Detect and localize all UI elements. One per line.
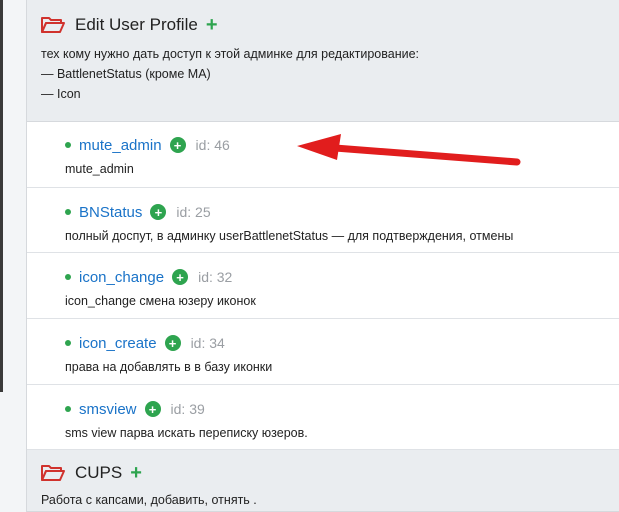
description-line: тех кому нужно дать доступ к этой админк… [41,47,420,61]
plus-circle-icon[interactable]: + [164,335,181,351]
permission-description: полный доспут, в админку userBattlenetSt… [65,229,514,243]
group-header[interactable]: CUPS + [41,460,605,486]
permission-header: smsview + id: 39 [65,398,619,420]
dot-icon [65,142,71,148]
dot-icon [65,209,71,215]
permission-id: id: 32 [198,269,233,285]
plus-icon[interactable]: + [206,15,218,35]
permission-name-link[interactable]: mute_admin [79,137,162,154]
dot-icon [65,274,71,280]
permission-group-cups: CUPS + Работа с капсами, добавить, отнят… [27,450,619,512]
permission-item: icon_create + id: 34 права на добавлять … [27,319,619,385]
permission-item: icon_change + id: 32 icon_change смена ю… [27,253,619,319]
description-line: — BattlenetStatus (кроме MA) [41,67,211,81]
permission-header: BNStatus + id: 25 [65,201,619,223]
left-sidebar-edge [0,0,27,512]
permission-header: icon_create + id: 34 [65,332,619,354]
red-arrow-annotation [297,134,521,166]
plus-circle-icon[interactable]: + [144,401,161,417]
plus-circle-icon[interactable]: + [169,137,186,153]
window-edge [0,0,3,392]
permission-item: smsview + id: 39 sms view парва искать п… [27,385,619,450]
permission-header: icon_change + id: 32 [65,266,619,288]
permission-id: id: 34 [190,335,225,351]
dot-icon [65,340,71,346]
permission-name-link[interactable]: icon_create [79,335,157,352]
plus-circle-icon[interactable]: + [150,204,167,220]
group-description: Работа с капсами, добавить, отнять . [41,490,605,510]
permission-item: BNStatus + id: 25 полный доспут, в админ… [27,188,619,253]
permission-description: права на добавлять в в базу иконки [65,360,273,374]
permission-description: sms view парва искать переписку юзеров. [65,426,308,440]
group-header[interactable]: Edit User Profile + [41,12,605,38]
group-description: тех кому нужно дать доступ к этой админк… [41,44,605,104]
permission-id: id: 39 [170,401,205,417]
dot-icon [65,406,71,412]
folder-open-icon [41,465,65,481]
permission-name-link[interactable]: smsview [79,401,137,418]
permission-name-link[interactable]: BNStatus [79,204,142,221]
plus-circle-icon[interactable]: + [172,269,189,285]
permission-id: id: 46 [195,137,230,153]
group-title[interactable]: Edit User Profile [75,15,198,35]
description-line: — Icon [41,87,81,101]
permissions-panel: Edit User Profile + тех кому нужно дать … [27,0,619,512]
plus-icon[interactable]: + [130,463,142,483]
group-title[interactable]: CUPS [75,463,122,483]
description-line: Работа с капсами, добавить, отнять . [41,493,257,507]
permission-name-link[interactable]: icon_change [79,269,164,286]
permission-group-edit-user-profile: Edit User Profile + тех кому нужно дать … [27,0,619,122]
folder-open-icon [41,17,65,33]
permission-description: icon_change смена юзеру иконок [65,294,256,308]
permission-id: id: 25 [176,204,211,220]
